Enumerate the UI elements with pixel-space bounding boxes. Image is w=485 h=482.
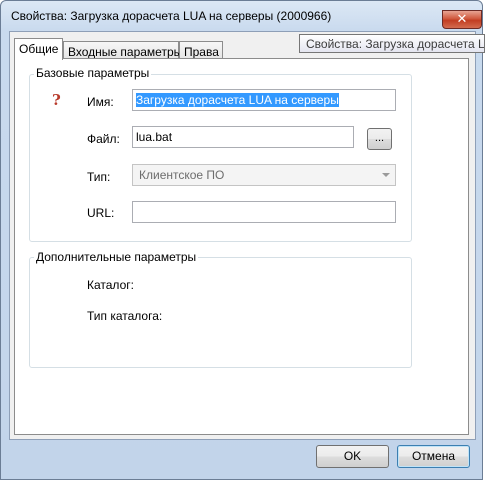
dialog-window: Свойства: Загрузка дорасчета LUA на серв… — [0, 0, 483, 480]
name-label: Имя: — [87, 95, 114, 109]
name-field[interactable]: Загрузка дорасчета LUA на серверы — [132, 89, 396, 111]
additional-parameters-title: Дополнительные параметры — [34, 250, 199, 264]
title-bar[interactable]: Свойства: Загрузка дорасчета LUA на серв… — [1, 1, 484, 31]
type-dropdown[interactable]: Клиентское ПО — [132, 164, 396, 186]
chevron-down-icon — [382, 173, 390, 177]
tab-general[interactable]: Общие — [14, 38, 63, 60]
title-tooltip: Свойства: Загрузка дорасчета LUA на серв… — [299, 34, 485, 53]
close-button[interactable]: ✕ — [442, 10, 482, 29]
window-title: Свойства: Загрузка дорасчета LUA на серв… — [11, 9, 332, 23]
tab-panel-general: Базовые параметры ? Имя: Загрузка дорасч… — [14, 58, 469, 435]
url-label: URL: — [87, 206, 115, 220]
catalog-type-label: Тип каталога: — [87, 309, 163, 323]
basic-parameters-title: Базовые параметры — [34, 66, 152, 80]
catalog-label: Каталог: — [87, 278, 134, 292]
url-field[interactable] — [132, 201, 396, 223]
ok-button[interactable]: OK — [316, 445, 389, 468]
file-field[interactable]: lua.bat — [132, 126, 354, 148]
close-icon: ✕ — [456, 12, 468, 27]
file-label: Файл: — [87, 132, 120, 146]
type-label: Тип: — [87, 170, 111, 184]
type-value: Клиентское ПО — [139, 168, 225, 182]
cancel-button[interactable]: Отмена — [397, 445, 470, 468]
help-icon[interactable]: ? — [52, 91, 61, 109]
browse-button[interactable]: ... — [367, 128, 392, 150]
name-value: Загрузка дорасчета LUA на серверы — [136, 93, 339, 107]
